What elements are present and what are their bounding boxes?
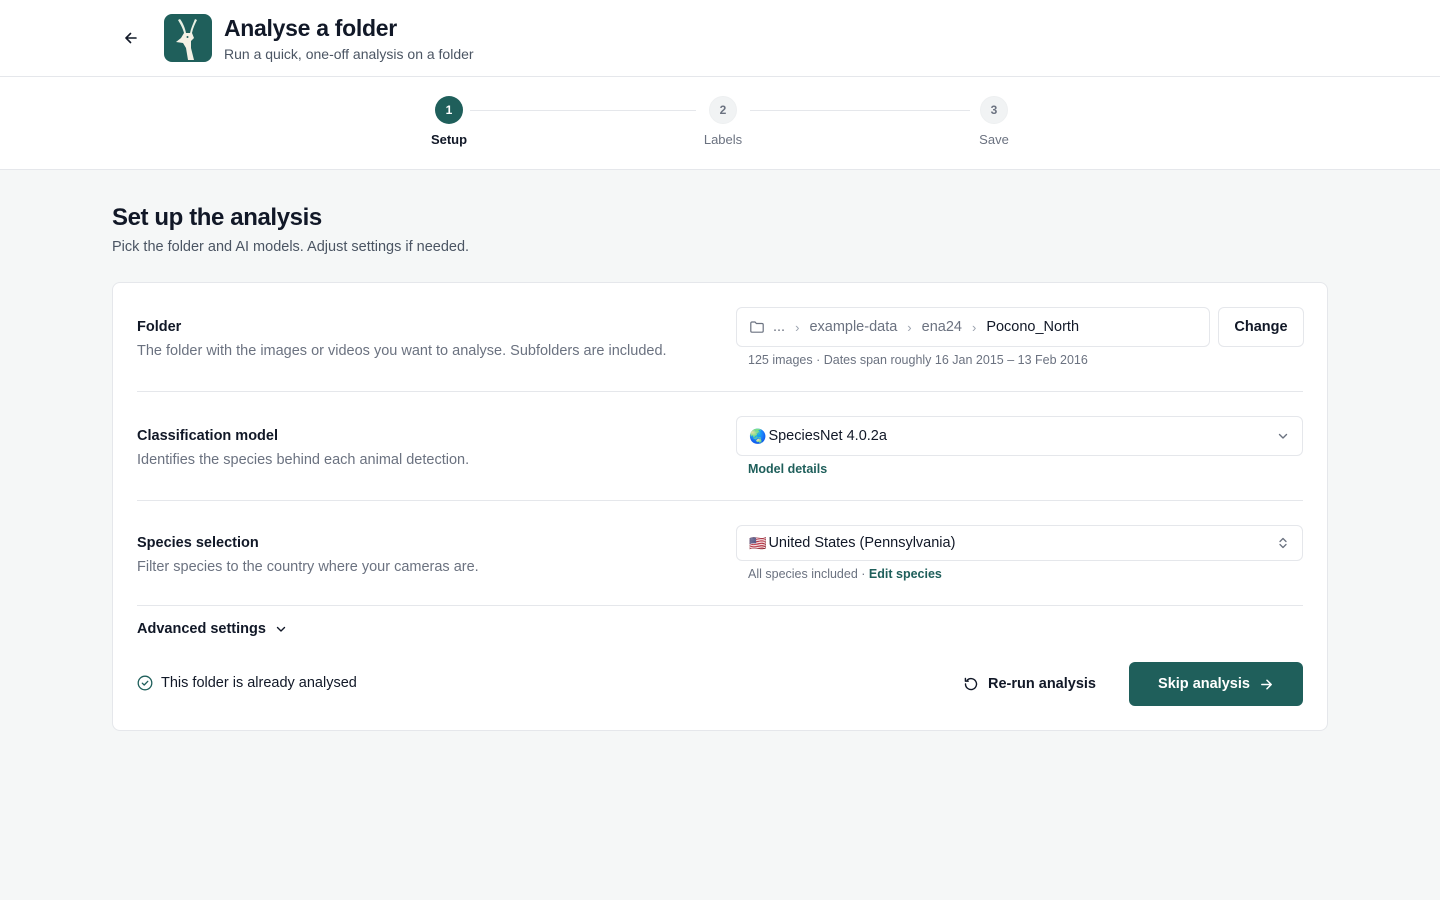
back-button[interactable] — [118, 25, 144, 51]
folder-path-field: ... › example-data › ena24 › Pocono_Nort… — [736, 307, 1210, 347]
folder-meta: 125 images · Dates span roughly 16 Jan 2… — [748, 353, 1088, 367]
arrow-left-icon — [125, 32, 137, 44]
us-flag-icon: 🇺🇸 — [749, 534, 767, 551]
breadcrumb-current: Pocono_North — [986, 319, 1080, 335]
section-title: Set up the analysis — [112, 204, 322, 231]
globe-icon: 🌏 — [749, 427, 767, 444]
chevron-right-icon: › — [795, 319, 800, 335]
classification-model-select[interactable]: 🌏 SpeciesNet 4.0.2a — [736, 416, 1303, 456]
advanced-settings-label: Advanced settings — [137, 621, 266, 637]
breadcrumb-item: ena24 — [921, 319, 962, 335]
step-label: Setup — [430, 132, 468, 147]
classification-label: Classification model — [137, 428, 279, 444]
folder-icon — [750, 321, 764, 333]
stepper: 1 Setup 2 Labels 3 Save — [0, 77, 1440, 170]
page-header-subtitle: Run a quick, one-off analysis on a folde… — [224, 46, 474, 62]
folder-label: Folder — [137, 319, 182, 335]
species-description: Filter species to the country where your… — [137, 559, 479, 575]
species-meta: All species included · Edit species — [748, 567, 942, 581]
chevron-down-icon — [276, 626, 286, 632]
step-number: 3 — [980, 96, 1008, 124]
divider — [137, 605, 1303, 606]
setup-card: Folder The folder with the images or vid… — [112, 282, 1328, 731]
chevron-right-icon: › — [907, 319, 912, 335]
rotate-ccw-icon — [964, 677, 978, 691]
folder-description: The folder with the images or videos you… — [137, 343, 667, 359]
step-label: Save — [979, 132, 1009, 147]
analysis-status: This folder is already analysed — [137, 675, 357, 691]
step-labels[interactable]: 2 Labels — [683, 96, 763, 147]
section-subtitle: Pick the folder and AI models. Adjust se… — [112, 239, 470, 255]
species-country-value: United States (Pennsylvania) — [768, 535, 956, 551]
breadcrumb-item: example-data — [809, 319, 898, 335]
rerun-analysis-button[interactable]: Re-run analysis — [951, 663, 1108, 705]
change-folder-button[interactable]: Change — [1218, 307, 1304, 347]
species-country-select[interactable]: 🇺🇸 United States (Pennsylvania) — [736, 525, 1303, 561]
divider — [137, 500, 1303, 501]
step-label: Labels — [703, 132, 743, 147]
gazelle-logo-icon — [176, 19, 197, 60]
step-number: 2 — [709, 96, 737, 124]
chevron-down-icon — [1278, 433, 1288, 439]
step-connector — [470, 110, 696, 111]
analysis-status-text: This folder is already analysed — [161, 675, 357, 691]
skip-analysis-button[interactable]: Skip analysis — [1129, 662, 1303, 706]
advanced-settings-toggle[interactable]: Advanced settings — [137, 621, 288, 637]
chevrons-up-down-icon — [1279, 537, 1287, 549]
species-label: Species selection — [137, 535, 259, 551]
arrow-right-icon — [1261, 679, 1272, 689]
step-save[interactable]: 3 Save — [954, 96, 1034, 147]
chevron-right-icon: › — [971, 319, 977, 335]
check-circle-icon — [137, 675, 153, 691]
breadcrumb-ellipsis[interactable]: ... — [773, 319, 785, 335]
divider — [137, 391, 1303, 392]
edit-species-link[interactable]: Edit species — [869, 567, 942, 581]
page-header-title: Analyse a folder — [224, 15, 397, 41]
skip-analysis-label: Skip analysis — [1158, 676, 1250, 692]
classification-model-value: SpeciesNet 4.0.2a — [768, 428, 887, 444]
app-header: Analyse a folder Run a quick, one-off an… — [0, 0, 1440, 77]
rerun-analysis-label: Re-run analysis — [988, 676, 1096, 692]
step-setup[interactable]: 1 Setup — [409, 96, 489, 147]
step-connector — [750, 110, 970, 111]
classification-description: Identifies the species behind each anima… — [137, 452, 470, 468]
app-logo — [164, 14, 212, 62]
step-number: 1 — [435, 96, 463, 124]
species-meta-text: All species included · — [748, 567, 869, 581]
model-details-link[interactable]: Model details — [748, 462, 827, 476]
